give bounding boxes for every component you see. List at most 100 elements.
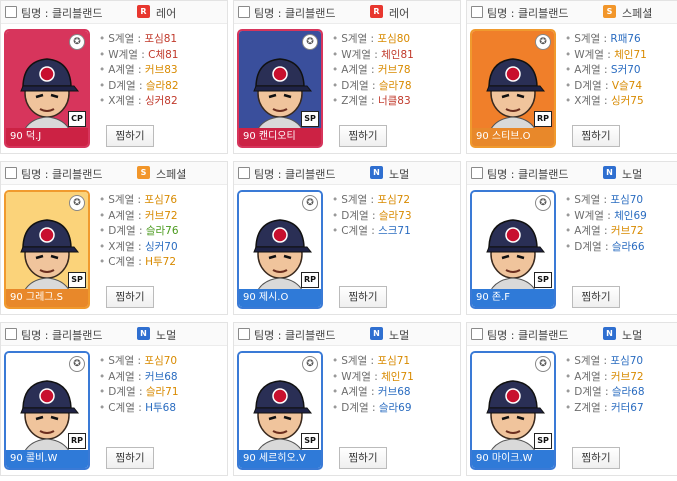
stat-value: 포심70 — [144, 355, 178, 367]
player-name: 90 그레그.S — [6, 289, 88, 307]
select-checkbox[interactable] — [5, 167, 17, 179]
player-name: 90 덕.J — [6, 128, 88, 146]
stat-value: 너클83 — [377, 95, 411, 107]
pick-button[interactable]: 찜하기 — [339, 447, 387, 469]
stat-value: 커터67 — [610, 401, 644, 414]
grade-badge-icon: N — [137, 327, 150, 340]
player-portrait[interactable]: ✪ SP 90 존.F — [470, 190, 556, 309]
bullet: • — [565, 370, 572, 383]
select-checkbox[interactable] — [471, 167, 483, 179]
stat-key: D계열 : — [341, 209, 379, 222]
stat-row: • D계열 : 슬라68 — [565, 385, 645, 401]
stat-row: • W계열 : 체인71 — [565, 48, 647, 64]
stat-value: 스크71 — [378, 225, 411, 237]
position-tag: SP — [68, 272, 86, 288]
player-portrait[interactable]: ✪ RP 90 콜비.W — [4, 351, 90, 470]
bullet: • — [332, 386, 339, 398]
team-name: 팀명 : 클리블랜드 — [254, 7, 336, 20]
stat-value: H투72 — [145, 256, 176, 268]
stat-value: 커브72 — [610, 370, 644, 383]
bullet: • — [565, 194, 572, 206]
bullet: • — [565, 48, 572, 61]
stat-value: 포심72 — [377, 194, 411, 206]
stat-row: • S계열 : 포심71 — [332, 354, 414, 370]
bullet: • — [565, 95, 572, 107]
stat-row: • A계열 : 커브72 — [99, 209, 179, 225]
grade-badge-icon: R — [137, 5, 150, 18]
stat-key: S계열 : — [341, 194, 378, 206]
card-header: 팀명 : 클리블랜드 N 노멀 — [234, 323, 460, 346]
pick-button[interactable]: 찜하기 — [339, 125, 387, 147]
select-checkbox[interactable] — [5, 328, 17, 340]
pitch-stats-list: • S계열 : 포심71 • W계열 : 체인71 • A계열 : 커브68 • D계열 : … — [332, 354, 414, 416]
select-checkbox[interactable] — [471, 6, 483, 18]
player-card: 팀명 : 클리블랜드 N 노멀 ✪ RP 90 제시.O • S계열 : 포심72… — [233, 161, 461, 315]
select-checkbox[interactable] — [238, 167, 250, 179]
stat-row: • D계열 : 슬라78 — [332, 79, 414, 95]
pitch-stats-list: • S계열 : R패76 • W계열 : 체인71 • A계열 : S커70 • D계열 : … — [565, 32, 647, 110]
player-portrait[interactable]: ✪ RP 90 스티브.O — [470, 29, 556, 148]
pick-button[interactable]: 찜하기 — [339, 286, 387, 308]
stat-value: 포심80 — [377, 33, 411, 45]
card-header: 팀명 : 클리블랜드 N 노멀 — [467, 162, 677, 185]
player-portrait[interactable]: ✪ SP 90 세르히오.V — [237, 351, 323, 470]
pick-button[interactable]: 찜하기 — [572, 125, 620, 147]
bullet: • — [332, 225, 339, 237]
position-tag: RP — [534, 111, 552, 127]
stat-key: W계열 : — [108, 48, 149, 61]
stat-row: • Z계열 : 커터67 — [565, 401, 645, 417]
grade-badge-icon: N — [370, 166, 383, 179]
team-name: 팀명 : 클리블랜드 — [487, 168, 569, 181]
stat-key: Z계열 : — [574, 401, 611, 414]
bullet: • — [332, 194, 339, 206]
stat-value: 포심81 — [144, 33, 178, 45]
stat-row: • S계열 : 포심70 — [99, 354, 179, 370]
player-portrait[interactable]: ✪ SP 90 마이크.W — [470, 351, 556, 470]
pick-button[interactable]: 찜하기 — [106, 286, 154, 308]
position-tag: SP — [301, 111, 319, 127]
bullet: • — [99, 194, 106, 206]
stat-key: X계열 : — [574, 95, 611, 107]
select-checkbox[interactable] — [5, 6, 17, 18]
stat-value: V슬74 — [611, 79, 643, 92]
stat-key: D계열 : — [341, 401, 379, 414]
pick-button[interactable]: 찜하기 — [106, 447, 154, 469]
stat-row: • C계열 : H투68 — [99, 401, 179, 417]
bullet: • — [565, 401, 572, 414]
stat-row: • D계열 : V슬74 — [565, 79, 647, 95]
stat-value: 슬라71 — [145, 386, 179, 398]
position-tag: SP — [301, 433, 319, 449]
player-portrait[interactable]: ✪ RP 90 제시.O — [237, 190, 323, 309]
stat-key: A계열 : — [341, 386, 378, 398]
position-tag: RP — [68, 433, 86, 449]
stat-value: 체인71 — [614, 48, 647, 61]
pick-button[interactable]: 찜하기 — [106, 125, 154, 147]
pick-button[interactable]: 찜하기 — [572, 286, 620, 308]
player-portrait[interactable]: ✪ SP 90 그레그.S — [4, 190, 90, 309]
select-checkbox[interactable] — [238, 328, 250, 340]
bullet: • — [99, 48, 106, 61]
stat-value: 커브72 — [144, 209, 178, 222]
stat-key: W계열 : — [341, 48, 382, 61]
team-name: 팀명 : 클리블랜드 — [487, 7, 569, 20]
bullet: • — [99, 256, 106, 268]
stat-row: • A계열 : S커70 — [565, 63, 647, 79]
stat-key: A계열 : — [108, 209, 145, 222]
pick-button[interactable]: 찜하기 — [572, 447, 620, 469]
player-portrait[interactable]: ✪ SP 90 캔디오티 — [237, 29, 323, 148]
bullet: • — [99, 33, 106, 45]
bullet: • — [565, 79, 572, 92]
player-card: 팀명 : 클리블랜드 N 노멀 ✪ SP 90 마이크.W • S계열 : 포심7… — [466, 322, 677, 476]
bullet: • — [565, 209, 572, 222]
grade-label: 레어 — [156, 7, 177, 20]
pitch-stats-list: • S계열 : 포심70 • W계열 : 체인69 • A계열 : 커브72 • D계열 : … — [565, 193, 647, 255]
stat-value: 슬라73 — [378, 209, 412, 222]
bullet: • — [99, 64, 106, 76]
stat-row: • X계열 : 싱커82 — [99, 94, 179, 110]
select-checkbox[interactable] — [471, 328, 483, 340]
player-portrait[interactable]: ✪ CP 90 덕.J — [4, 29, 90, 148]
team-name: 팀명 : 클리블랜드 — [21, 329, 103, 342]
stat-key: S계열 : — [108, 194, 145, 206]
select-checkbox[interactable] — [238, 6, 250, 18]
stat-row: • D계열 : 슬라76 — [99, 224, 179, 240]
